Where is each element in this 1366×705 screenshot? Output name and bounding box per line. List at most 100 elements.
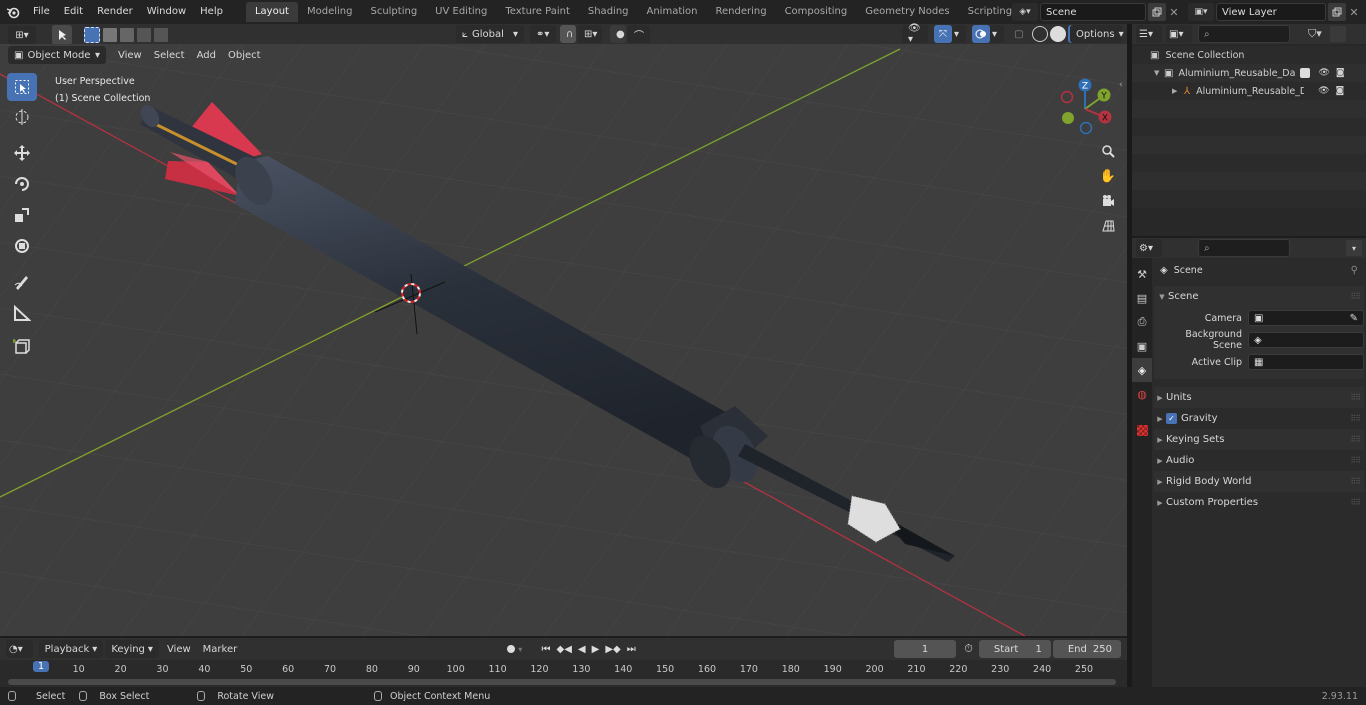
panel-custom-properties[interactable]: ▶ Custom Properties ⠿⠿ [1154,492,1364,513]
drag-handle-icon[interactable]: ⠿⠿ [1350,393,1361,402]
start-frame-field[interactable]: Start 1 [978,640,1051,658]
panel-audio[interactable]: ▶ Audio ⠿⠿ [1154,450,1364,471]
play-icon[interactable]: ▶ [592,644,600,655]
timeline-scrollbar[interactable] [8,679,1116,685]
panel-rigid-body-world[interactable]: ▶ Rigid Body World ⠿⠿ [1154,471,1364,492]
options-dropdown[interactable]: Options ▾ [1070,25,1124,43]
scale-tool[interactable] [7,201,37,229]
camera-render-icon[interactable]: ◙ [1336,68,1345,78]
scene-close-icon[interactable]: ✕ [1166,6,1182,19]
menu-select[interactable]: Select [148,46,191,64]
jump-keyframe-back-icon[interactable]: ◆◀ [557,644,572,655]
select-box-tool[interactable] [7,73,37,101]
tab-modeling[interactable]: Modeling [298,2,362,22]
select-intersect-icon[interactable] [154,28,168,42]
pan-hand-icon[interactable]: ✋ [1097,165,1119,187]
expand-right-icon[interactable]: ▶ [1172,87,1184,95]
record-button[interactable] [503,641,518,657]
menu-playback[interactable]: Playback ▾ [38,640,104,658]
gizmo-dropdown[interactable]: ▾ [952,25,966,43]
expand-down-icon[interactable]: ▼ [1154,69,1164,77]
exclude-checkbox-icon[interactable] [1300,68,1311,78]
falloff-dropdown[interactable]: ⌒ [628,25,650,43]
drag-handle-icon[interactable]: ⠿⠿ [1350,292,1361,301]
jump-end-icon[interactable]: ⏭ [627,644,636,655]
outliner-item-collection[interactable]: ▼ ▣ Aluminium_Reusable_Dart_Sy 👁 ◙ [1132,64,1366,82]
view-layer-close-icon[interactable]: ✕ [1346,6,1362,19]
pivot-point-dropdown[interactable]: ⚭▾ [530,25,556,43]
jump-keyframe-forward-icon[interactable]: ▶◆ [605,644,620,655]
scene-type-icon[interactable]: ◈▾ [1012,3,1038,21]
filter-icon[interactable]: ⛉▾ [1308,27,1322,41]
new-collection-icon[interactable] [1329,26,1346,42]
zoom-icon[interactable] [1097,140,1119,162]
eyedropper-icon[interactable]: ✎ [1350,313,1358,324]
output-tab-icon[interactable]: ⎙ [1132,310,1152,334]
scene-copy-icon[interactable] [1148,3,1166,21]
menu-marker[interactable]: Marker [197,640,244,658]
tab-shading[interactable]: Shading [579,2,638,22]
view-layer-copy-icon[interactable] [1328,3,1346,21]
menu-edit[interactable]: Edit [57,2,90,22]
menu-help[interactable]: Help [193,2,230,22]
navigation-gizmo[interactable]: Z Y X [1052,76,1118,142]
drag-handle-icon[interactable]: ⠿⠿ [1350,456,1361,465]
tab-uv-editing[interactable]: UV Editing [426,2,496,22]
tool-tab-icon[interactable]: ⚒ [1132,262,1152,286]
3d-viewport[interactable]: User Perspective (1) Scene Collection Z … [0,44,1127,636]
menu-object[interactable]: Object [222,46,267,64]
properties-editor-type[interactable]: ⚙▾ [1136,239,1162,257]
menu-keying[interactable]: Keying ▾ [105,640,159,658]
menu-view[interactable]: View [112,46,148,64]
wireframe-shading-icon[interactable] [1032,26,1048,42]
view-layer-icon[interactable]: ▣▾ [1188,3,1214,21]
frame-ruler[interactable]: 1 10 20 30 40 50 60 70 80 90 100 110 120 130 140 150 160… [0,661,1120,678]
drag-handle-icon[interactable]: ⠿⠿ [1350,435,1361,444]
tab-animation[interactable]: Animation [638,2,707,22]
outliner-root[interactable]: ▣ Scene Collection [1132,46,1366,64]
background-scene-field[interactable]: ◈ [1248,332,1364,348]
ortho-grid-icon[interactable] [1097,215,1119,237]
properties-search-input[interactable]: ⌕ [1198,239,1290,257]
pin-icon[interactable]: ⚲ [1351,265,1358,276]
eye-icon[interactable]: 👁 [1318,68,1329,78]
gizmo-toggle[interactable]: ⤧ [934,25,952,43]
world-tab-icon[interactable]: ◍ [1132,382,1152,406]
drag-handle-icon[interactable]: ⠿⠿ [1350,414,1361,423]
panel-units[interactable]: ▶ Units ⠿⠿ [1154,387,1364,408]
view-layer-name-field[interactable]: View Layer [1216,3,1326,21]
select-new-icon[interactable] [84,27,100,43]
xray-toggle[interactable]: ▢ [1010,25,1028,43]
cursor-tool[interactable] [7,103,37,131]
panel-gravity[interactable]: ▶ ✓ Gravity ⠿⠿ [1154,408,1364,429]
camera-render-icon[interactable]: ◙ [1336,86,1345,96]
scene-name-field[interactable]: Scene [1040,3,1146,21]
menu-add[interactable]: Add [191,46,222,64]
overlay-toggle[interactable] [972,25,990,43]
tab-texture-paint[interactable]: Texture Paint [496,2,579,22]
tab-layout[interactable]: Layout [245,2,298,22]
end-frame-field[interactable]: End 250 [1052,640,1122,658]
add-cube-tool[interactable] [7,333,37,361]
tab-sculpting[interactable]: Sculpting [361,2,426,22]
blender-logo-icon[interactable] [0,0,26,24]
stopwatch-icon[interactable]: ⏱ [964,642,973,656]
proportional-edit-toggle[interactable]: ● [610,25,626,43]
camera-field[interactable]: ▣ ✎ [1248,310,1364,326]
snap-toggle[interactable]: ∩ [560,25,576,43]
visibility-dropdown[interactable]: 👁▾ [902,23,928,45]
jump-start-icon[interactable]: ⏮ [542,644,551,655]
rotate-tool[interactable] [7,170,37,198]
editor-type-button[interactable]: ⊞▾ [8,26,36,44]
solid-shading-icon[interactable] [1050,26,1066,42]
menu-file[interactable]: File [26,2,57,22]
select-subtract-icon[interactable] [120,28,134,42]
transform-orientation-dropdown[interactable]: ⟀ Global ▾ [456,25,524,43]
scene-panel-header[interactable]: ▼ Scene ⠿⠿ [1154,286,1364,307]
record-options-icon[interactable]: ▾ [518,645,529,654]
camera-view-icon[interactable] [1097,190,1119,212]
overlay-dropdown[interactable]: ▾ [990,25,1004,43]
texture-tab-icon[interactable] [1132,420,1152,440]
timeline-editor-type[interactable]: ◔▾ [6,640,33,658]
active-clip-field[interactable]: ▦ [1248,354,1364,370]
